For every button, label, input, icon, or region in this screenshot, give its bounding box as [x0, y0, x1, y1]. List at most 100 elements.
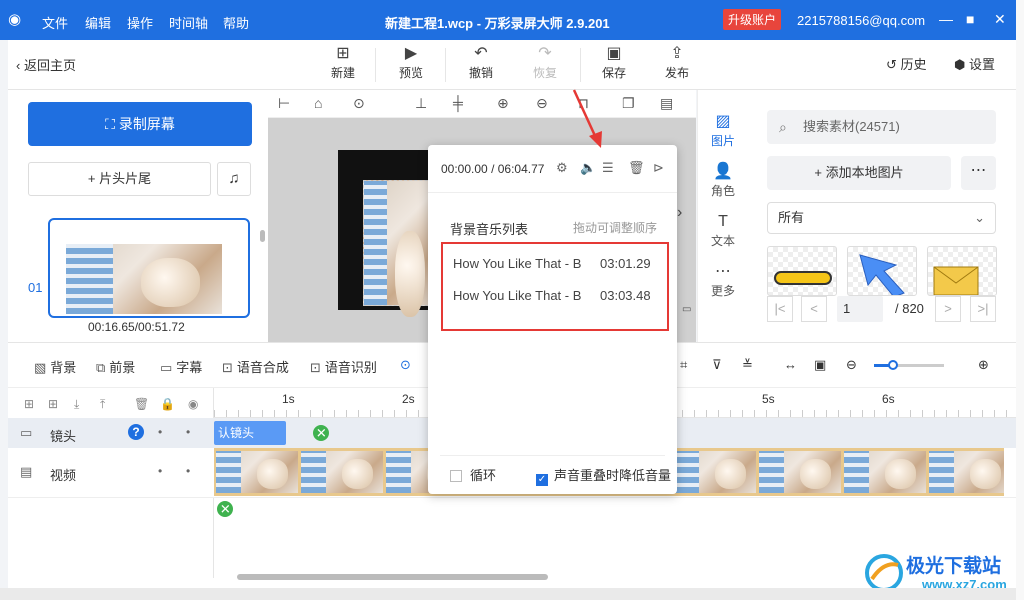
music-list-item[interactable]: How You Like That - B 03:01.29: [453, 256, 651, 271]
track-dot[interactable]: •: [186, 464, 190, 478]
volume-icon[interactable]: 🔈: [580, 160, 596, 176]
ratio-icon[interactable]: ▣: [814, 357, 826, 373]
image-icon: ▨: [715, 113, 731, 130]
adjust-icon[interactable]: ≚: [742, 357, 753, 373]
track-dot[interactable]: •: [186, 425, 190, 439]
move-up-icon[interactable]: ⤒: [100, 397, 105, 412]
checkbox-unchecked[interactable]: [450, 470, 462, 482]
publish-button[interactable]: ⇪ 发布: [652, 44, 702, 81]
redo-button[interactable]: ↷ 恢复: [520, 44, 570, 81]
timeline-more-icon[interactable]: ⊙: [400, 357, 411, 373]
record-screen-button[interactable]: ⛶ 录制屏幕: [28, 102, 252, 146]
zoom-slider-handle[interactable]: [888, 360, 898, 370]
timeline-zoom-slider[interactable]: [874, 360, 944, 370]
track-dot[interactable]: •: [158, 464, 162, 478]
maximize-icon[interactable]: ■: [966, 11, 974, 27]
add-video-icon[interactable]: ✕: [213, 497, 237, 521]
play-circle-icon[interactable]: ⊳: [653, 160, 664, 176]
back-home-button[interactable]: ‹ 返回主页: [16, 55, 76, 74]
help-icon[interactable]: ?: [128, 424, 144, 440]
canvas-corner-icon[interactable]: ▭: [682, 304, 691, 315]
first-page-button[interactable]: |<: [767, 296, 793, 322]
material-item-envelope[interactable]: [927, 246, 997, 296]
delete-icon[interactable]: 🗑: [134, 397, 149, 411]
music-duration: 03:01.29: [600, 256, 651, 271]
tab-role[interactable]: 👤 角色: [698, 162, 748, 199]
zoom-in-icon[interactable]: ⊕: [497, 95, 509, 112]
canvas-toolbar: ⊢ ⌂ ⊙ ⊥ ╪ ⊕ ⊖ ⊓ ❐ ▤: [268, 90, 696, 118]
add-keyframe-icon[interactable]: ✕: [309, 421, 333, 445]
tab-text[interactable]: T 文本: [698, 212, 748, 249]
subtitle-button[interactable]: ▭ 字幕: [160, 357, 202, 376]
lock-icon[interactable]: 🔒: [160, 397, 175, 411]
delete-icon[interactable]: 🗑: [628, 160, 645, 176]
tab-image[interactable]: ▨ 图片: [698, 112, 748, 149]
save-button[interactable]: ▣ 保存: [589, 44, 639, 81]
preview-button[interactable]: ▶ 预览: [386, 44, 436, 81]
menu-operate[interactable]: 操作: [127, 13, 153, 32]
align-icon[interactable]: ⊢: [278, 95, 290, 112]
add-local-image-button[interactable]: + 添加本地图片: [767, 156, 951, 190]
add-folder-icon[interactable]: ⊞: [24, 397, 34, 411]
new-button[interactable]: ⊞ 新建: [318, 44, 368, 81]
music-list-icon[interactable]: ☰: [602, 160, 614, 176]
next-page-button[interactable]: >: [935, 296, 961, 322]
background-music-button[interactable]: ♫: [217, 162, 251, 196]
zoom-in-icon[interactable]: ⊕: [978, 357, 989, 373]
scene-card[interactable]: [48, 218, 250, 318]
watermark-name: 极光下载站: [906, 556, 1002, 577]
account-email[interactable]: 2215788156@qq.com: [797, 13, 925, 28]
foreground-button[interactable]: ⧉ 前景: [96, 357, 135, 376]
material-search-input[interactable]: ⌕ 搜索素材(24571): [767, 110, 996, 144]
track-dot[interactable]: •: [158, 425, 162, 439]
last-page-button[interactable]: >|: [970, 296, 996, 322]
menu-help[interactable]: 帮助: [223, 13, 249, 32]
checkbox-checked[interactable]: ✓: [536, 474, 548, 486]
minimize-icon[interactable]: —: [939, 11, 953, 27]
chevron-right-icon[interactable]: ›: [677, 204, 697, 226]
menu-file[interactable]: 文件: [42, 13, 68, 32]
background-button[interactable]: ▧ 背景: [34, 357, 76, 376]
zoom-out-icon[interactable]: ⊖: [536, 95, 548, 112]
undo-button[interactable]: ↶ 撤销: [456, 44, 506, 81]
move-down-icon[interactable]: ⤓: [74, 397, 79, 412]
timeline-scrollbar[interactable]: [237, 574, 548, 580]
main-toolbar: ‹ 返回主页 ⊞ 新建 ▶ 预览 ↶ 撤销 ↷ 恢复 ▣ 保存 ⇪ 发布 ↺ 历史 ⬢ 设置: [8, 40, 1016, 90]
prev-page-button[interactable]: <: [801, 296, 827, 322]
filter-icon[interactable]: ⊽: [712, 357, 722, 373]
history-button[interactable]: ↺ 历史: [886, 54, 927, 73]
material-more-button[interactable]: ⋯: [961, 156, 996, 190]
more-icon[interactable]: ⊙: [353, 95, 365, 112]
close-icon[interactable]: ✕: [994, 11, 1006, 28]
loop-checkbox[interactable]: 循环: [450, 465, 496, 484]
ruler-tick: 5s: [762, 392, 775, 406]
asr-button[interactable]: ⊡ 语音识别: [310, 357, 377, 376]
material-item-yellow-bar[interactable]: [767, 246, 837, 296]
scene-scrollbar[interactable]: [260, 230, 265, 242]
paste-icon[interactable]: ▤: [660, 95, 673, 112]
copy-icon[interactable]: ❐: [622, 95, 635, 112]
film-icon: ▤: [20, 464, 33, 479]
tts-button[interactable]: ⊡ 语音合成: [222, 357, 289, 376]
material-item-blue-arrow[interactable]: [847, 246, 917, 296]
menu-edit[interactable]: 编辑: [85, 13, 111, 32]
settings-button[interactable]: ⬢ 设置: [954, 54, 995, 73]
tab-more[interactable]: ⋯ 更多: [698, 262, 748, 299]
eye-icon[interactable]: ◉: [188, 397, 198, 411]
fit-width-icon[interactable]: ↔: [784, 357, 797, 372]
music-list-item[interactable]: How You Like That - B 03:03.48: [453, 288, 651, 303]
lens-clip[interactable]: 认镜头: [214, 421, 286, 445]
settings-icon[interactable]: ⚙: [556, 160, 568, 176]
split-icon[interactable]: ⌗: [680, 357, 687, 373]
upgrade-button[interactable]: 升级账户: [723, 9, 782, 30]
zoom-out-icon[interactable]: ⊖: [846, 357, 857, 373]
menu-timeline[interactable]: 时间轴: [169, 13, 208, 32]
align-middle-icon[interactable]: ╪: [453, 95, 463, 111]
add-track-icon[interactable]: ⊞: [48, 397, 58, 411]
home-icon[interactable]: ⌂: [314, 95, 322, 111]
material-filter-select[interactable]: 所有 ⌄: [767, 202, 996, 234]
align-bottom-icon[interactable]: ⊥: [415, 95, 427, 112]
duck-volume-checkbox[interactable]: ✓ 声音重叠时降低音量: [536, 465, 671, 486]
head-tail-button[interactable]: + 片头片尾: [28, 162, 211, 196]
page-input[interactable]: 1: [837, 296, 883, 322]
